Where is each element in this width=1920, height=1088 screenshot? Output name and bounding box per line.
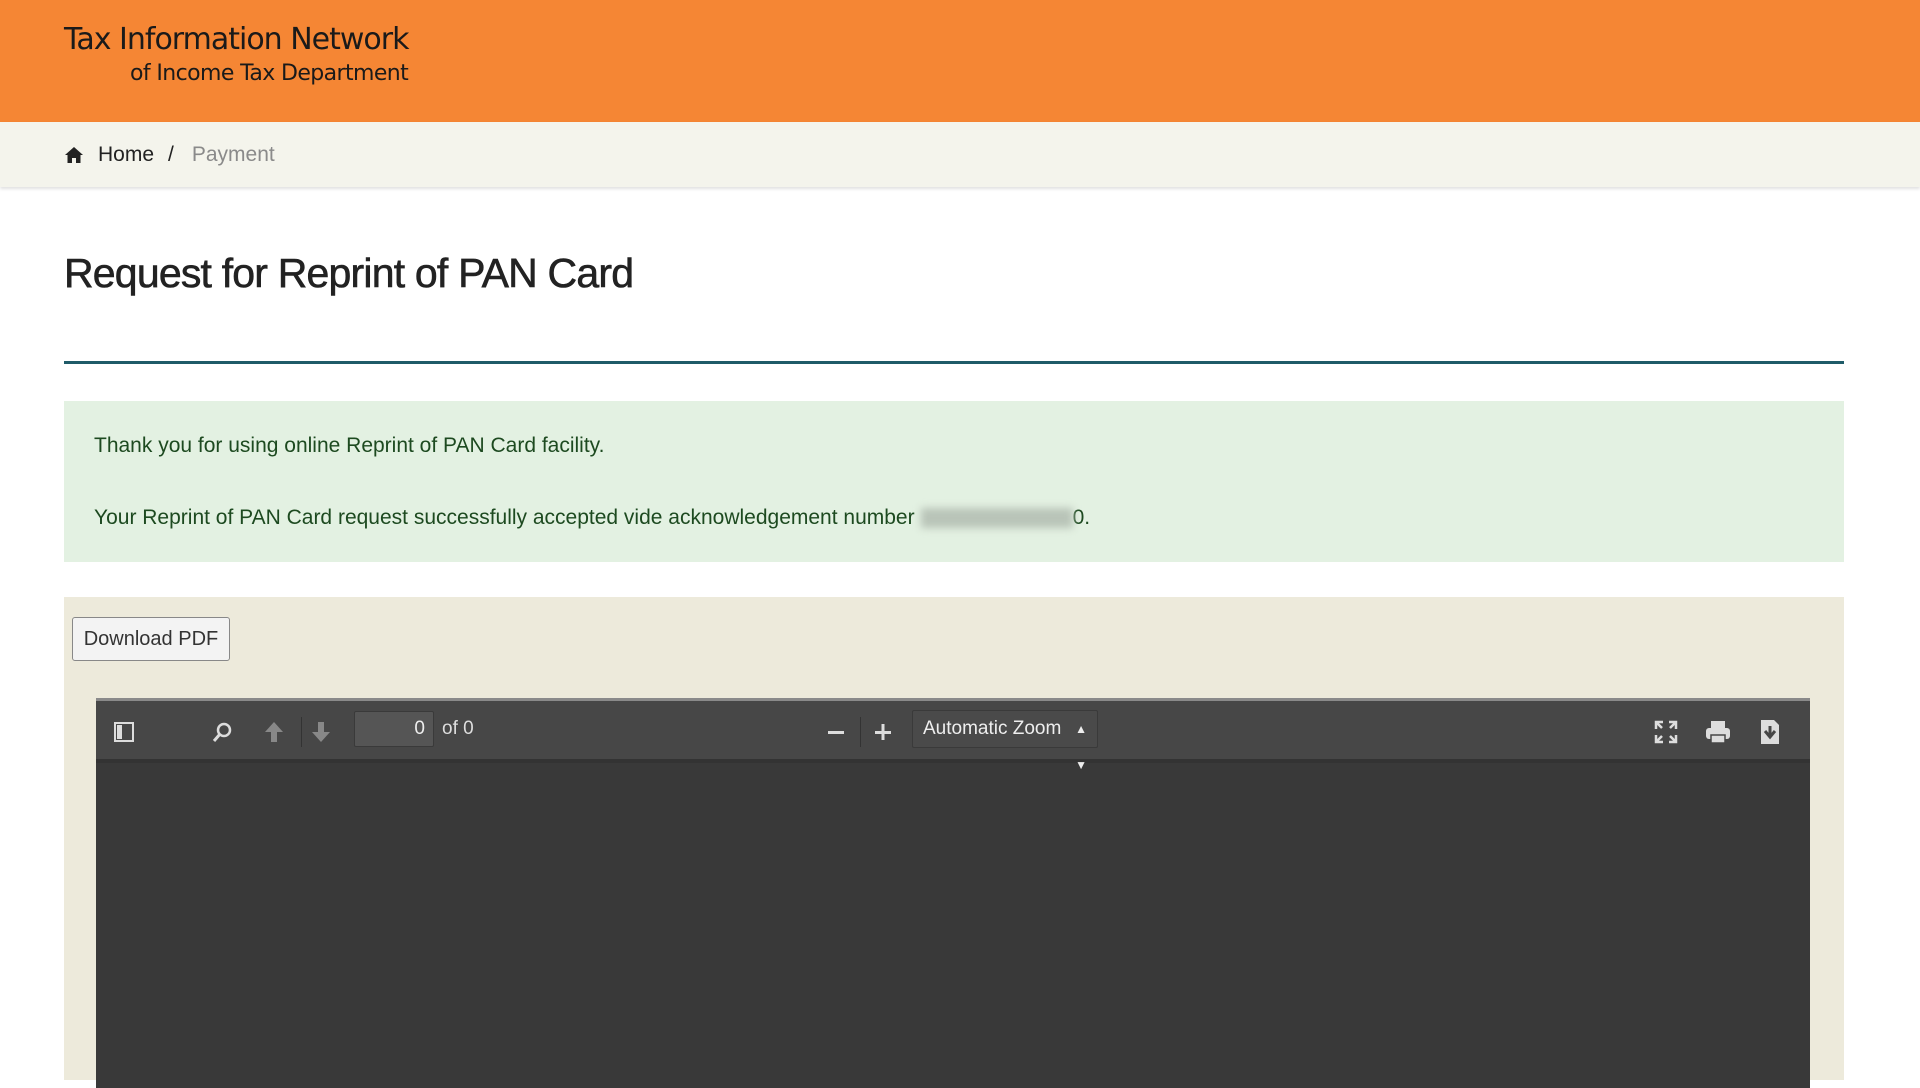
title-divider: [64, 361, 1844, 364]
logo[interactable]: Tax Information Network of Income Tax De…: [64, 22, 409, 86]
breadcrumb-home-link[interactable]: Home: [98, 143, 154, 167]
success-alert: Thank you for using online Reprint of PA…: [64, 401, 1844, 562]
logo-subtitle: of Income Tax Department: [130, 61, 409, 86]
logo-title: Tax Information Network: [64, 22, 409, 57]
zoom-in-icon[interactable]: [869, 718, 897, 746]
site-header: Tax Information Network of Income Tax De…: [0, 0, 1920, 122]
toolbar-separator: [301, 717, 302, 747]
search-icon[interactable]: [208, 718, 236, 746]
page-number-input[interactable]: 0: [354, 711, 434, 747]
home-icon[interactable]: [64, 145, 84, 165]
breadcrumb-separator: /: [168, 142, 174, 166]
fullscreen-icon[interactable]: [1652, 718, 1680, 746]
pdf-viewer: 0 of 0 Automatic Zoom ▲ ▼: [96, 698, 1810, 1088]
breadcrumb-current: Payment: [191, 142, 275, 166]
download-icon[interactable]: [1756, 718, 1784, 746]
ack-number-suffix: 0.: [1072, 506, 1091, 529]
download-pdf-button[interactable]: Download PDF: [72, 617, 230, 661]
alert-ack-text: Your Reprint of PAN Card request success…: [94, 506, 915, 529]
zoom-select[interactable]: Automatic Zoom ▲ ▼: [912, 710, 1098, 772]
pdf-panel: Download PDF 0 of 0 Automatic Zoom ▲ ▼: [64, 597, 1844, 1088]
alert-ack-line: Your Reprint of PAN Card request success…: [94, 506, 1090, 530]
alert-thank-you: Thank you for using online Reprint of PA…: [94, 434, 605, 457]
select-arrows-icon: ▲ ▼: [1075, 722, 1087, 772]
print-icon[interactable]: [1704, 718, 1732, 746]
page-count: of 0: [442, 718, 474, 739]
breadcrumb: Home / Payment: [0, 122, 1920, 187]
zoom-out-icon[interactable]: [822, 718, 850, 746]
next-page-icon[interactable]: [307, 718, 335, 746]
page-title: Request for Reprint of PAN Card: [64, 250, 635, 297]
zoom-select-value: Automatic Zoom: [923, 718, 1062, 739]
ack-number-redacted: [920, 508, 1073, 529]
previous-page-icon[interactable]: [260, 718, 288, 746]
sidebar-toggle-icon[interactable]: [110, 718, 138, 746]
pdf-toolbar: 0 of 0 Automatic Zoom ▲ ▼: [96, 701, 1810, 772]
toolbar-separator: [860, 717, 861, 747]
